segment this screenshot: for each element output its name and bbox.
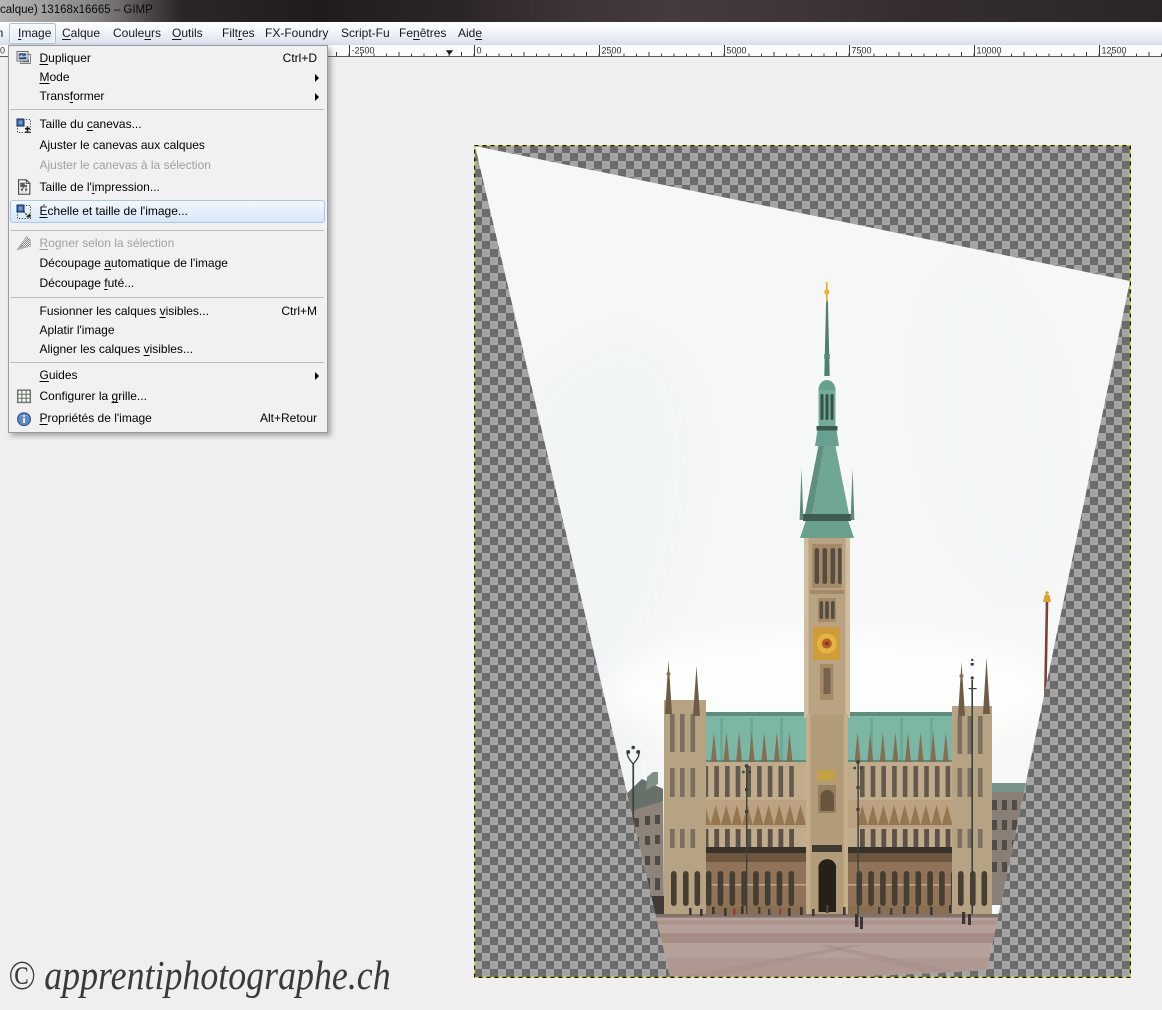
svg-text:10000: 10000	[977, 46, 1002, 56]
svg-text:5000: 5000	[727, 46, 747, 56]
svg-text:2500: 2500	[602, 46, 622, 56]
svg-text:0: 0	[477, 46, 482, 56]
svg-text:-2500: -2500	[352, 46, 375, 56]
svg-text:00: 00	[0, 46, 5, 56]
svg-text:12500: 12500	[1102, 46, 1127, 56]
svg-text:7500: 7500	[852, 46, 872, 56]
